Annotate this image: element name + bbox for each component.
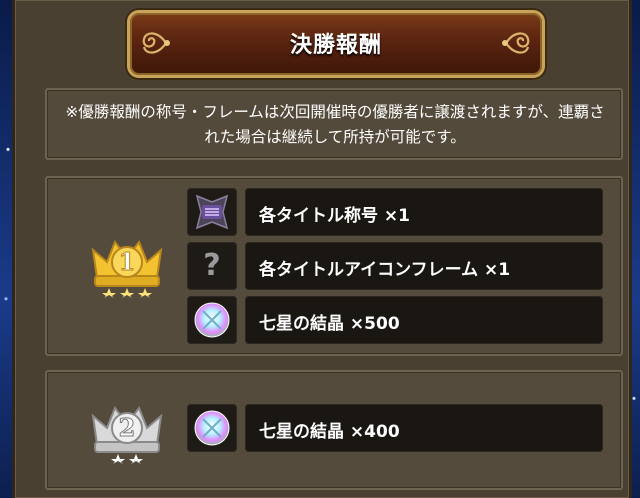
reward-row: ? 各タイトルアイコンフレーム ×1 <box>187 242 607 290</box>
gold-crown-rank-1-icon: 1 <box>91 239 163 298</box>
rank-number: 2 <box>119 413 136 442</box>
question-mark-icon: ? <box>187 242 237 290</box>
reward-row: 七星の結晶 ×500 <box>187 296 607 344</box>
seven-star-crystal-icon <box>187 404 237 452</box>
title-badge-icon <box>187 188 237 236</box>
reward-block-rank-1: 1 各タイトル称号 ×1 ? 各タイトルアイコンフレーム ×1 七星の結晶 ×5… <box>45 176 623 356</box>
title-banner: 決勝報酬 <box>127 10 545 78</box>
reward-block-rank-2: 2 七星の結晶 ×400 <box>45 370 623 490</box>
seven-star-crystal-icon <box>187 296 237 344</box>
reward-label: 各タイトル称号 ×1 <box>245 188 603 236</box>
notice-box: ※優勝報酬の称号・フレームは次回開催時の優勝者に譲渡されますが、連覇された場合は… <box>45 88 623 160</box>
reward-label: 七星の結晶 ×500 <box>245 296 603 344</box>
reward-row: 各タイトル称号 ×1 <box>187 188 607 236</box>
rank-number: 1 <box>119 247 136 276</box>
page-title: 決勝報酬 <box>289 33 382 58</box>
reward-row: 七星の結晶 ×400 <box>187 404 607 452</box>
reward-label: 七星の結晶 ×400 <box>245 404 603 452</box>
rewards-panel: 決勝報酬 ※優勝報酬の称号・フレームは次回開催時の優勝者に譲渡されますが、連覇さ… <box>12 0 632 498</box>
notice-text: ※優勝報酬の称号・フレームは次回開催時の優勝者に譲渡されますが、連覇された場合は… <box>65 103 605 146</box>
ornament-right-icon <box>502 32 530 54</box>
reward-label: 各タイトルアイコンフレーム ×1 <box>245 242 603 290</box>
silver-crown-rank-2-icon: 2 <box>91 405 163 464</box>
